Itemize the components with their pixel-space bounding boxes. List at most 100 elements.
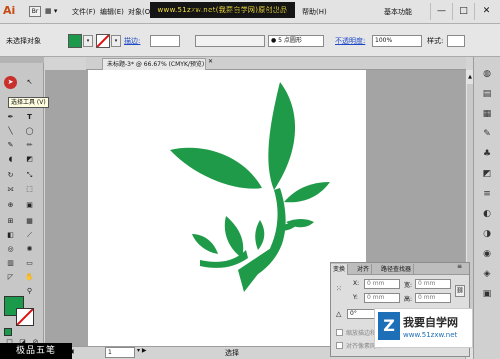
maximize-button[interactable]: □ xyxy=(452,3,474,20)
fill-swatch[interactable] xyxy=(68,34,82,48)
stroke-weight-field[interactable] xyxy=(150,35,180,47)
document-tab-bar: 未标题-3* @ 66.67% (CMYK/预览) ✕ xyxy=(86,57,466,70)
rotate-tool-icon[interactable]: ↻ xyxy=(4,169,17,182)
status-current-tool[interactable]: 选择 xyxy=(225,348,239,358)
free-transform-tool-icon[interactable]: ⬚ xyxy=(23,183,36,196)
opacity-field[interactable]: 100% xyxy=(372,35,422,47)
blend-tool-icon[interactable]: ◎ xyxy=(4,243,17,256)
stroke-dropdown[interactable]: ▾ xyxy=(111,35,121,47)
scale-strokes-checkbox[interactable] xyxy=(336,329,343,336)
tab-pathfinder[interactable]: 路径查找器 xyxy=(379,264,415,275)
rotate-icon: △ xyxy=(336,310,342,318)
plant-artwork[interactable] xyxy=(88,70,366,346)
y-field[interactable]: 0 mm xyxy=(364,293,400,303)
workspace-switcher[interactable]: 基本功能 xyxy=(384,7,412,17)
site-watermark: Z 我要自学网 www.51zxw.net xyxy=(374,308,473,348)
page-number-field[interactable]: 1 xyxy=(105,347,135,358)
leaf-top-large xyxy=(268,82,296,190)
close-button[interactable]: ✕ xyxy=(474,3,498,20)
gradient-tool-icon[interactable]: ◧ xyxy=(4,229,17,242)
menu-help[interactable]: 帮助(H) xyxy=(302,7,327,17)
brushes-panel-icon[interactable]: ✎ xyxy=(480,127,494,141)
align-pixel-grid-checkbox[interactable] xyxy=(336,342,343,349)
slice-tool-icon[interactable]: ◸ xyxy=(4,271,17,284)
pencil-tool-icon[interactable]: ✏ xyxy=(23,139,36,152)
line-tool-icon[interactable]: ╲ xyxy=(4,125,17,138)
menu-file[interactable]: 文件(F) xyxy=(72,7,96,17)
tab-align[interactable]: 对齐 xyxy=(355,264,373,275)
menu-bar: Ai Br ▦ ▾ 文件(F) 编辑(E) 对象(O) www.51zxw.ne… xyxy=(0,0,500,24)
width-tool-icon[interactable]: ⟗ xyxy=(4,183,17,196)
minimize-button[interactable]: — xyxy=(430,3,452,20)
bridge-button[interactable]: Br xyxy=(29,6,41,17)
no-stroke-indicator-icon xyxy=(16,308,34,326)
ellipse-tool-icon[interactable]: ◯ xyxy=(23,125,36,138)
swatches-panel-icon[interactable]: ▦ xyxy=(480,107,494,121)
column-graph-tool-icon[interactable]: ▥ xyxy=(4,257,17,270)
menu-window[interactable]: 窗口(W) xyxy=(264,7,290,17)
blob-brush-tool-icon[interactable]: ◖ xyxy=(4,153,17,166)
menu-view[interactable]: 视图(V) xyxy=(227,7,251,17)
close-tab-icon[interactable]: ✕ xyxy=(208,58,213,65)
reference-point-icon[interactable]: ⁙ xyxy=(336,285,346,295)
width-field[interactable]: 0 mm xyxy=(415,279,451,289)
artboards-panel-icon[interactable]: ▣ xyxy=(480,287,494,301)
style-field[interactable] xyxy=(447,35,465,47)
layers-panel-icon[interactable]: ◈ xyxy=(480,267,494,281)
perspective-grid-tool-icon[interactable]: ⊞ xyxy=(4,215,17,228)
type-tool-icon[interactable]: T xyxy=(23,111,36,124)
transparency-panel-icon[interactable]: ◑ xyxy=(480,227,494,241)
symbols-panel-icon[interactable]: ♣ xyxy=(480,147,494,161)
zoom-tool-icon[interactable]: ⚲ xyxy=(23,285,36,298)
right-dock: ◍ ▤ ▦ ✎ ♣ ◩ ≡ ◐ ◑ ◉ ◈ ▣ xyxy=(473,57,500,359)
tools-panel-header[interactable] xyxy=(0,57,44,63)
appearance-panel-icon[interactable]: ◉ xyxy=(480,247,494,261)
graphic-styles-icon[interactable]: ◩ xyxy=(480,167,494,181)
artboard-tool-icon[interactable]: ▭ xyxy=(23,257,36,270)
app-logo: Ai xyxy=(3,4,16,17)
hand-tool-icon[interactable]: ✋ xyxy=(23,271,36,284)
stroke-swatch[interactable] xyxy=(96,34,110,48)
scale-tool-icon[interactable]: ⤡ xyxy=(23,169,36,182)
brush-definition[interactable]: ● 5 点圆形 xyxy=(268,35,324,47)
live-paint-tool-icon[interactable]: ▣ xyxy=(23,199,36,212)
color-guide-icon[interactable]: ▤ xyxy=(480,87,494,101)
stroke-label[interactable]: 描边: xyxy=(124,36,140,46)
color-panel-icon[interactable]: ◍ xyxy=(480,67,494,81)
stroke-color-box[interactable] xyxy=(16,308,34,326)
document-tab[interactable]: 未标题-3* @ 66.67% (CMYK/预览) xyxy=(102,58,206,70)
panel-menu-icon[interactable]: ≡ xyxy=(457,263,462,270)
tool-tooltip: 选择工具 (V) xyxy=(8,97,49,108)
opacity-label[interactable]: 不透明度: xyxy=(335,36,365,46)
document-tab-title: 未标题-3* @ 66.67% (CMYK/预览) xyxy=(107,61,205,68)
height-field[interactable]: 0 mm xyxy=(415,293,451,303)
default-colors-icon[interactable] xyxy=(4,328,12,336)
direct-selection-tool-icon[interactable]: ↖ xyxy=(23,76,36,89)
variable-width-field[interactable] xyxy=(195,35,265,47)
selection-tool-icon[interactable]: ➤ xyxy=(4,76,17,89)
mesh-tool-icon[interactable]: ▦ xyxy=(23,215,36,228)
tab-transform[interactable]: 变换 xyxy=(331,264,349,275)
pen-tool-icon[interactable]: ✒ xyxy=(4,111,17,124)
eyedropper-tool-icon[interactable]: ⟋ xyxy=(23,229,36,242)
selection-status: 未选择对象 xyxy=(6,37,41,45)
page-next-icon[interactable]: ▾ ▶ xyxy=(137,347,147,354)
menu-edit[interactable]: 编辑(E) xyxy=(100,7,124,17)
stroke-panel-icon[interactable]: ≡ xyxy=(480,187,494,201)
height-label: 高: xyxy=(404,296,413,303)
paintbrush-tool-icon[interactable]: ✎ xyxy=(4,139,17,152)
eraser-tool-icon[interactable]: ◩ xyxy=(23,153,36,166)
artboard[interactable] xyxy=(88,70,366,346)
watermark-url: www.51zxw.net xyxy=(403,331,458,339)
leaf-lower-left xyxy=(224,216,244,258)
arrange-documents-button[interactable]: ▦ ▾ xyxy=(45,6,65,18)
no-stroke-icon xyxy=(96,34,110,48)
x-field[interactable]: 0 mm xyxy=(364,279,400,289)
constrain-proportions-icon[interactable]: ⛓ xyxy=(455,285,465,297)
shape-builder-tool-icon[interactable]: ⊕ xyxy=(4,199,17,212)
gradient-panel-icon[interactable]: ◐ xyxy=(480,207,494,221)
symbol-sprayer-tool-icon[interactable]: ✺ xyxy=(23,243,36,256)
menu-effect[interactable]: 效果(C) xyxy=(190,7,214,17)
leaf-lower-mid xyxy=(255,220,265,250)
fill-dropdown[interactable]: ▾ xyxy=(83,35,93,47)
